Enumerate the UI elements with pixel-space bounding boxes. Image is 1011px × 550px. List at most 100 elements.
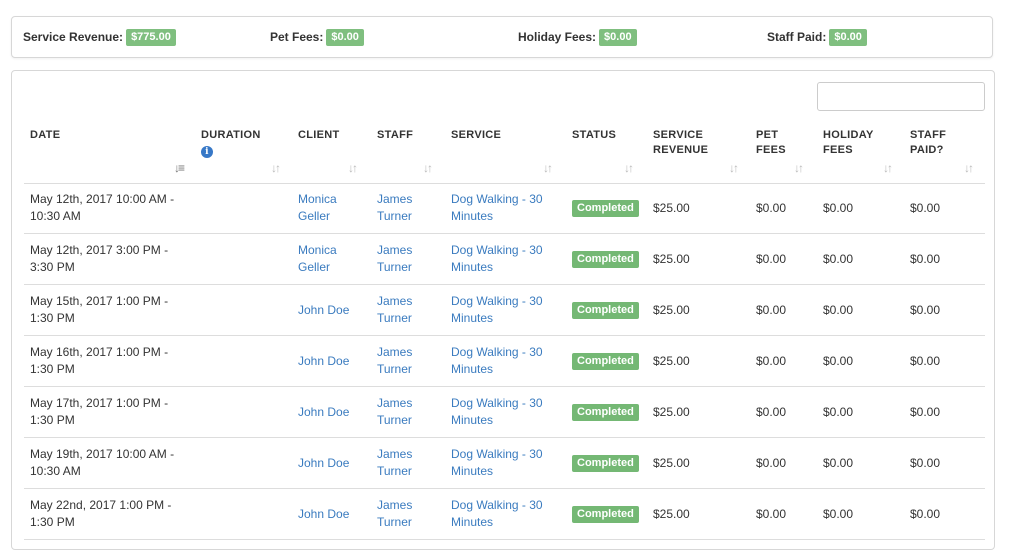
- staff-link-line-2[interactable]: Turner: [377, 515, 412, 529]
- column-header-service-revenue[interactable]: SERVICE REVENUE ↓↑: [653, 121, 749, 183]
- client-link-line-1[interactable]: Monica: [298, 192, 337, 206]
- pet-fees-value: $0.00: [756, 404, 787, 419]
- info-icon[interactable]: i: [201, 146, 213, 158]
- cell-service[interactable]: Dog Walking - 30 Minutes: [451, 438, 565, 488]
- service-link-line-1[interactable]: Dog Walking - 30: [451, 396, 543, 410]
- column-header-pet-fees-label-1: PET: [756, 129, 779, 141]
- staff-link-line-2[interactable]: Turner: [377, 311, 412, 325]
- sort-icon[interactable]: ↓↑: [271, 161, 281, 176]
- service-link-line-2[interactable]: Minutes: [451, 362, 493, 376]
- column-header-duration[interactable]: DURATION i ↓↑: [201, 121, 291, 183]
- staff-link-line-1[interactable]: James: [377, 396, 412, 410]
- cell-service[interactable]: Dog Walking - 30 Minutes: [451, 336, 565, 386]
- cell-client[interactable]: John Doe: [298, 438, 368, 488]
- column-header-staff[interactable]: STAFF ↓↑: [377, 121, 447, 183]
- cell-client[interactable]: John Doe: [298, 387, 368, 437]
- client-link-line-1[interactable]: John Doe: [298, 354, 349, 368]
- cell-staff[interactable]: James Turner: [377, 336, 447, 386]
- table-row[interactable]: May 22nd, 2017 1:00 PM - 1:30 PM John Doe…: [24, 489, 985, 540]
- client-link-line-1[interactable]: John Doe: [298, 456, 349, 470]
- sort-icon[interactable]: ↓↑: [348, 161, 358, 176]
- client-link-line-1[interactable]: John Doe: [298, 303, 349, 317]
- column-header-date-label: DATE: [30, 129, 61, 141]
- cell-service[interactable]: Dog Walking - 30 Minutes: [451, 183, 565, 233]
- search-input[interactable]: [817, 82, 985, 111]
- cell-pet-fees: $0.00: [756, 387, 816, 437]
- service-link-line-1[interactable]: Dog Walking - 30: [451, 243, 543, 257]
- table-row[interactable]: May 17th, 2017 1:00 PM - 1:30 PM John Doe…: [24, 387, 985, 438]
- cell-client[interactable]: John Doe: [298, 489, 368, 539]
- table-row[interactable]: May 15th, 2017 1:00 PM - 1:30 PM John Doe…: [24, 285, 985, 336]
- cell-staff[interactable]: James Turner: [377, 489, 447, 539]
- column-header-service[interactable]: SERVICE ↓↑: [451, 121, 565, 183]
- staff-link-line-2[interactable]: Turner: [377, 209, 412, 223]
- service-link-line-2[interactable]: Minutes: [451, 413, 493, 427]
- service-link-line-2[interactable]: Minutes: [451, 311, 493, 325]
- cell-staff[interactable]: James Turner: [377, 234, 447, 284]
- sort-icon[interactable]: ↓↑: [729, 161, 739, 176]
- column-header-pet-fees[interactable]: PET FEES ↓↑: [756, 121, 816, 183]
- client-link-line-1[interactable]: John Doe: [298, 405, 349, 419]
- holiday-fees-value: $0.00: [823, 353, 854, 368]
- staff-link-line-1[interactable]: James: [377, 498, 412, 512]
- cell-service[interactable]: Dog Walking - 30 Minutes: [451, 285, 565, 335]
- column-header-holiday-fees[interactable]: HOLIDAY FEES ↓↑: [823, 121, 905, 183]
- sort-icon[interactable]: ↓↑: [624, 161, 634, 176]
- cell-service[interactable]: Dog Walking - 30 Minutes: [451, 387, 565, 437]
- service-link-line-2[interactable]: Minutes: [451, 515, 493, 529]
- cell-service[interactable]: Dog Walking - 30 Minutes: [451, 234, 565, 284]
- table-row[interactable]: May 12th, 2017 3:00 PM - 3:30 PM Monica Ge…: [24, 234, 985, 285]
- staff-link-line-1[interactable]: James: [377, 294, 412, 308]
- status-badge: Completed: [572, 199, 639, 217]
- cell-staff[interactable]: James Turner: [377, 438, 447, 488]
- status-badge: Completed: [572, 301, 639, 319]
- service-link-line-2[interactable]: Minutes: [451, 464, 493, 478]
- cell-staff[interactable]: James Turner: [377, 285, 447, 335]
- sort-icon[interactable]: ↓↑: [883, 161, 893, 176]
- service-link-line-2[interactable]: Minutes: [451, 260, 493, 274]
- table-body: May 12th, 2017 10:00 AM - 10:30 AM Monica…: [24, 183, 985, 540]
- column-header-staff-paid[interactable]: STAFF PAID? ↓↑: [910, 121, 985, 183]
- service-link-line-1[interactable]: Dog Walking - 30: [451, 345, 543, 359]
- cell-service[interactable]: Dog Walking - 30 Minutes: [451, 489, 565, 539]
- sort-icon[interactable]: ↓↑: [423, 161, 433, 176]
- column-header-status[interactable]: STATUS ↓↑: [572, 121, 648, 183]
- column-header-client[interactable]: CLIENT ↓↑: [298, 121, 368, 183]
- staff-link-line-1[interactable]: James: [377, 447, 412, 461]
- service-link-line-1[interactable]: Dog Walking - 30: [451, 447, 543, 461]
- client-link-line-1[interactable]: John Doe: [298, 507, 349, 521]
- service-link-line-1[interactable]: Dog Walking - 30: [451, 192, 543, 206]
- service-link-line-2[interactable]: Minutes: [451, 209, 493, 223]
- sort-icon[interactable]: ↓↑: [543, 161, 553, 176]
- client-link-line-1[interactable]: Monica: [298, 243, 337, 257]
- cell-client[interactable]: John Doe: [298, 285, 368, 335]
- staff-link-line-2[interactable]: Turner: [377, 413, 412, 427]
- sort-icon[interactable]: ↓↑: [794, 161, 804, 176]
- cell-duration: [201, 234, 291, 284]
- staff-paid-value: $0.00: [910, 302, 941, 317]
- staff-link-line-2[interactable]: Turner: [377, 260, 412, 274]
- sort-icon[interactable]: ↓↑: [964, 161, 974, 176]
- staff-link-line-1[interactable]: James: [377, 345, 412, 359]
- staff-link-line-1[interactable]: James: [377, 192, 412, 206]
- client-link-line-2[interactable]: Geller: [298, 260, 330, 274]
- cell-client[interactable]: John Doe: [298, 336, 368, 386]
- column-header-status-label: STATUS: [572, 129, 617, 141]
- table-row[interactable]: May 16th, 2017 1:00 PM - 1:30 PM John Doe…: [24, 336, 985, 387]
- service-link-line-1[interactable]: Dog Walking - 30: [451, 498, 543, 512]
- cell-client[interactable]: Monica Geller: [298, 234, 368, 284]
- staff-link-line-1[interactable]: James: [377, 243, 412, 257]
- table-row[interactable]: May 19th, 2017 10:00 AM - 10:30 AM John D…: [24, 438, 985, 489]
- cell-staff[interactable]: James Turner: [377, 387, 447, 437]
- column-header-date[interactable]: DATE ↓≡: [30, 121, 195, 183]
- service-link-line-1[interactable]: Dog Walking - 30: [451, 294, 543, 308]
- staff-link-line-2[interactable]: Turner: [377, 362, 412, 376]
- cell-status: Completed: [572, 285, 648, 335]
- cell-client[interactable]: Monica Geller: [298, 183, 368, 233]
- cell-staff[interactable]: James Turner: [377, 183, 447, 233]
- date-line-1: May 12th, 2017 10:00 AM -: [30, 192, 175, 206]
- staff-link-line-2[interactable]: Turner: [377, 464, 412, 478]
- client-link-line-2[interactable]: Geller: [298, 209, 330, 223]
- table-row[interactable]: May 12th, 2017 10:00 AM - 10:30 AM Monica…: [24, 183, 985, 234]
- sort-asc-icon[interactable]: ↓≡: [174, 161, 185, 176]
